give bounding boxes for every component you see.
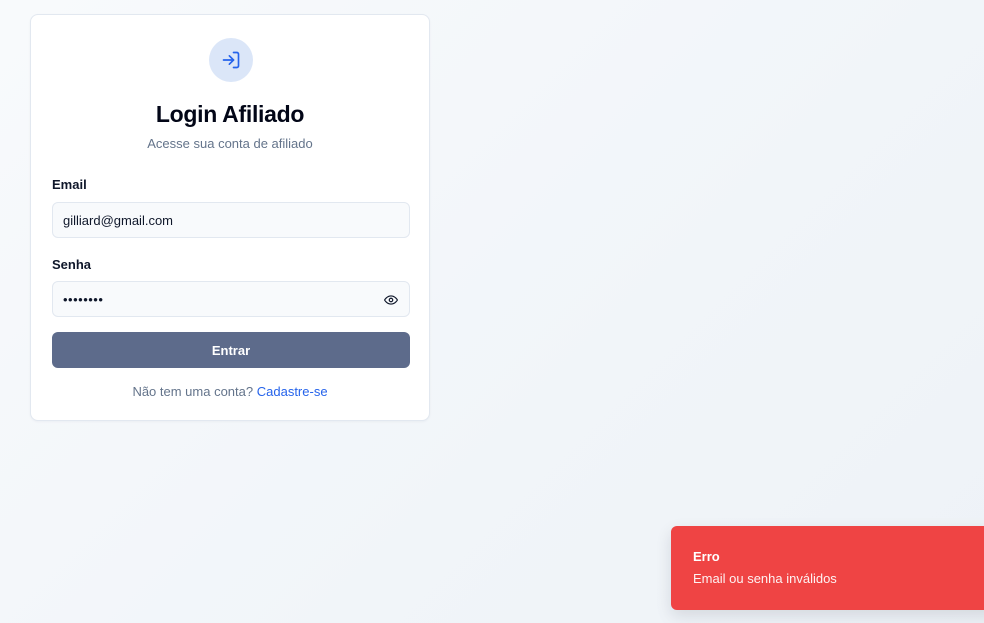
email-field[interactable]: gilliard@gmail.com: [52, 202, 410, 238]
login-card: Login Afiliado Acesse sua conta de afili…: [30, 14, 430, 421]
page-subtitle: Acesse sua conta de afiliado: [147, 136, 313, 151]
email-field-value: gilliard@gmail.com: [63, 212, 174, 228]
signup-link[interactable]: Cadastre-se: [257, 384, 328, 399]
login-submit-button[interactable]: Entrar: [52, 332, 410, 368]
password-label: Senha: [52, 257, 92, 272]
login-icon-badge: [209, 38, 253, 82]
toast-message: Email ou senha inválidos: [693, 571, 837, 586]
toast-title: Erro: [693, 549, 720, 564]
email-label: Email: [52, 177, 87, 192]
password-field[interactable]: ••••••••: [52, 281, 410, 317]
error-toast[interactable]: Erro Email ou senha inválidos: [671, 526, 984, 610]
eye-icon[interactable]: [383, 292, 399, 308]
signup-prompt-text: Não tem uma conta?: [132, 384, 257, 399]
signup-prompt: Não tem uma conta? Cadastre-se: [31, 384, 429, 399]
page-title: Login Afiliado: [155, 101, 305, 127]
password-field-value: ••••••••: [63, 291, 104, 307]
log-in-icon: [221, 50, 241, 70]
